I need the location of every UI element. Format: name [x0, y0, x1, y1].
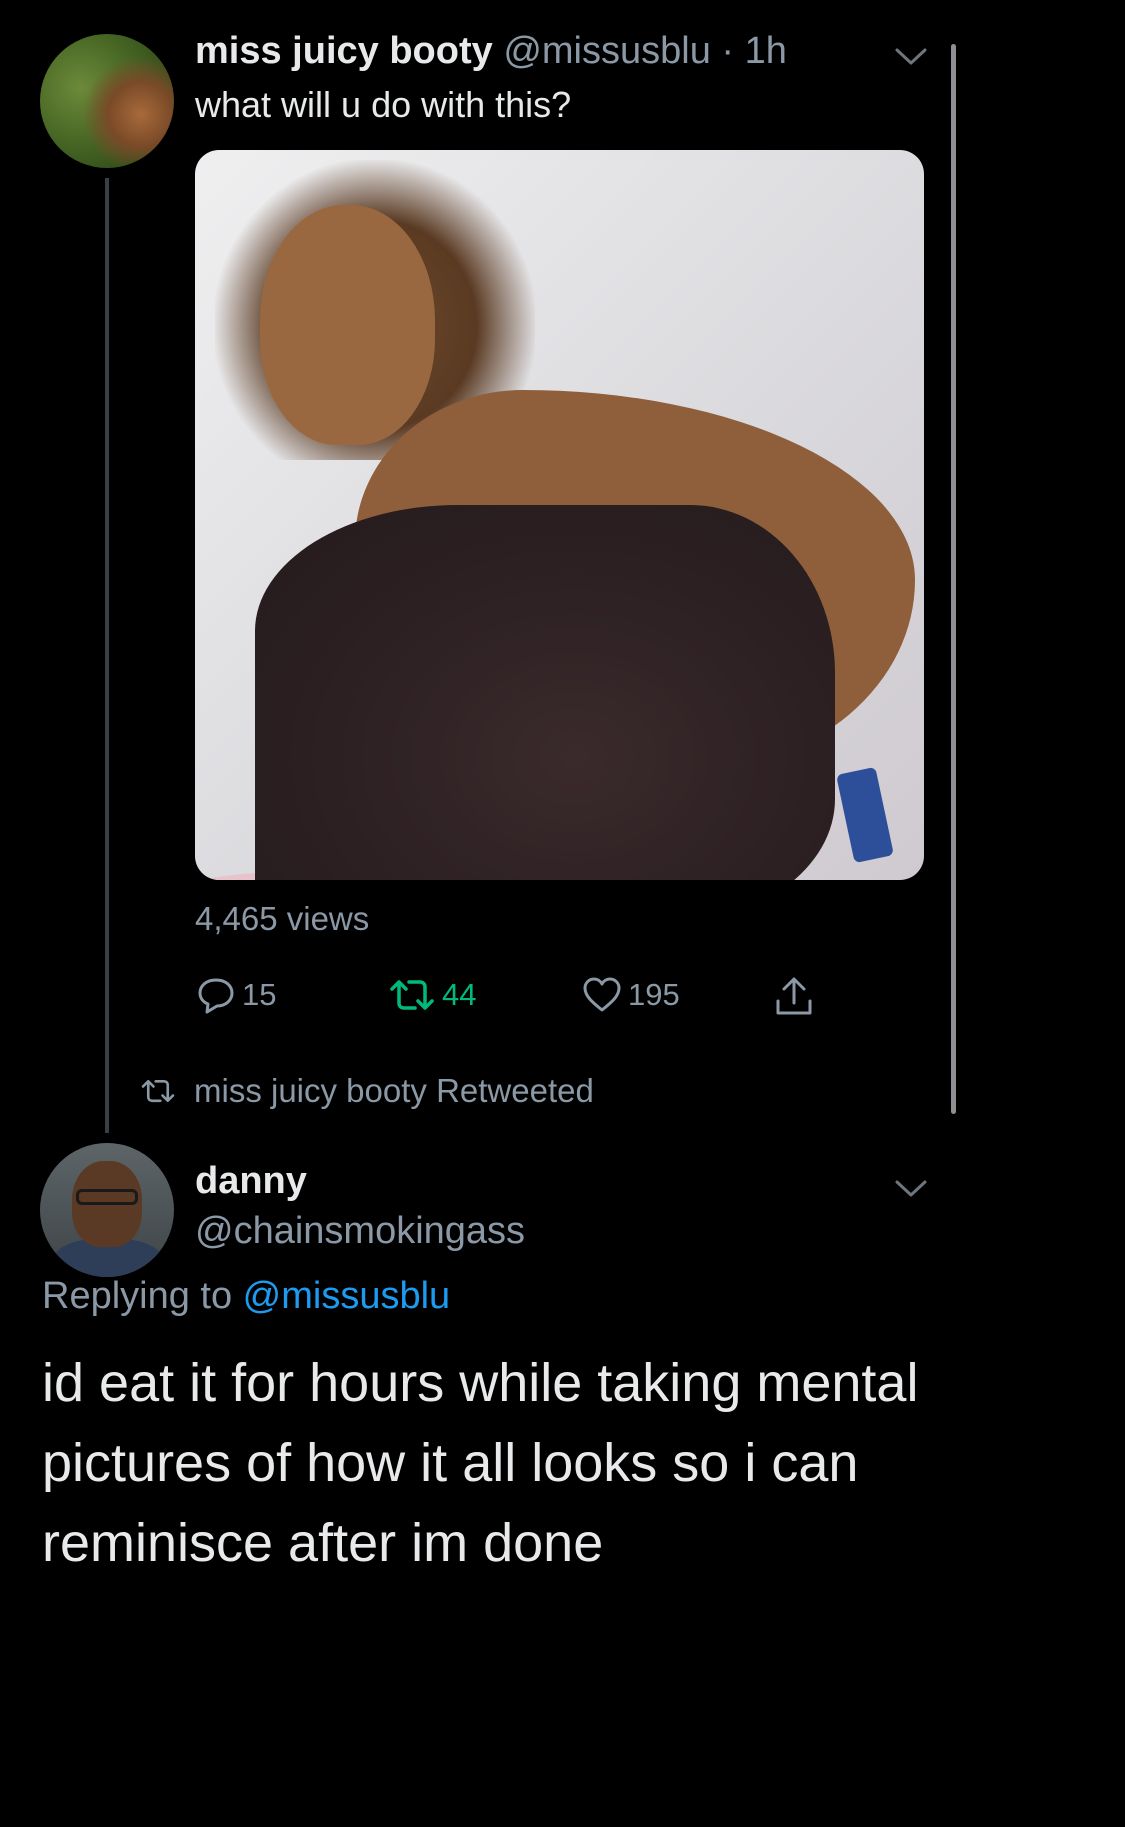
- replying-to-handle-link[interactable]: @missusblu: [243, 1275, 451, 1317]
- tweet-media-video[interactable]: [195, 150, 924, 880]
- reply-text: id eat it for hours while taking mental …: [42, 1353, 919, 1573]
- retweet-button[interactable]: 44: [388, 975, 476, 1015]
- media-face: [260, 205, 435, 445]
- share-upload-icon[interactable]: [772, 975, 816, 1019]
- media-dress: [255, 505, 835, 880]
- reply-button[interactable]: 15: [196, 975, 276, 1015]
- avatar-glasses: [76, 1189, 138, 1205]
- retweeted-text: miss juicy booty Retweeted: [194, 1072, 594, 1109]
- like-count: 195: [628, 977, 680, 1012]
- retweeted-notice[interactable]: miss juicy booty Retweeted: [140, 1072, 594, 1110]
- retweet-icon: [390, 980, 434, 1010]
- chevron-down-icon[interactable]: [891, 1168, 931, 1208]
- avatar-missusblu[interactable]: [40, 34, 174, 168]
- scrollbar[interactable]: [951, 44, 956, 1114]
- tweet-text: what will u do with this?: [195, 84, 572, 125]
- retweet-count: 44: [442, 977, 477, 1012]
- tweet-header: miss juicy booty @missusblu · 1h: [195, 30, 787, 73]
- heart-icon: [583, 977, 621, 1012]
- thread-connector-line: [105, 178, 109, 1133]
- avatar-chainsmokingass[interactable]: [40, 1143, 174, 1277]
- author-handle[interactable]: @missusblu: [503, 30, 711, 72]
- reply-author-handle[interactable]: @chainsmokingass: [195, 1210, 525, 1253]
- view-count: 4,465 views: [195, 900, 370, 937]
- replying-to-prefix: Replying to: [42, 1275, 243, 1317]
- reply-author-name[interactable]: danny: [195, 1160, 307, 1203]
- media-blue-object: [836, 766, 894, 864]
- header-separator: ·: [710, 30, 745, 72]
- tweet-time[interactable]: 1h: [745, 30, 787, 72]
- like-button[interactable]: 195: [582, 975, 680, 1015]
- chevron-down-icon[interactable]: [891, 36, 931, 76]
- reply-count: 15: [242, 977, 277, 1012]
- author-name[interactable]: miss juicy booty: [195, 30, 493, 72]
- replying-to: Replying to @missusblu: [42, 1275, 450, 1318]
- comment-bubble-icon: [198, 978, 234, 1014]
- retweet-icon: [141, 1079, 175, 1103]
